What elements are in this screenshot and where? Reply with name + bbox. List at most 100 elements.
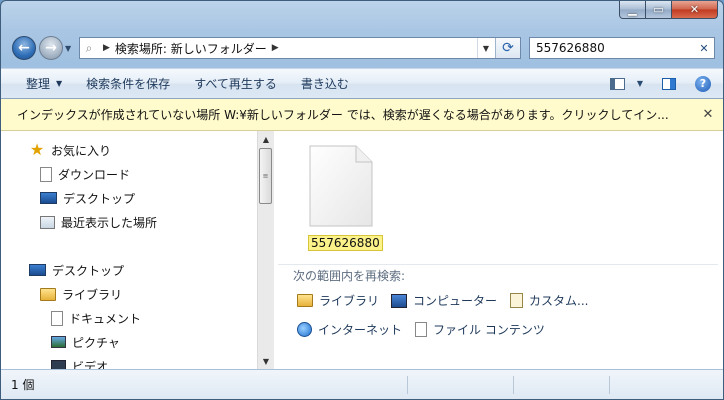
breadcrumb-separator-icon[interactable]: ▶ — [103, 43, 110, 53]
preview-pane-button[interactable] — [655, 73, 683, 95]
breadcrumb-separator-icon[interactable]: ▶ — [272, 43, 279, 53]
videos-icon — [51, 360, 66, 369]
minimize-button[interactable]: ▁ — [619, 1, 646, 19]
caption-buttons: ▁ ▭ ✕ — [619, 1, 718, 20]
search-again-label: ライブラリ — [319, 294, 380, 308]
nav-item-pictures[interactable]: ピクチャ — [51, 332, 120, 352]
address-bar[interactable]: ⌕ ▶ 検索場所: 新しいフォルダー ▶ ▼ ⟳ — [79, 37, 521, 59]
info-bar-message: インデックスが作成されていない場所 W:¥新しいフォルダー では、検索が遅くなる… — [17, 108, 669, 122]
recent-pages-dropdown[interactable]: ▼ — [65, 44, 71, 53]
item-count: 1 個 — [11, 378, 35, 392]
scroll-thumb[interactable]: ≡ — [259, 148, 272, 204]
custom-folder-icon — [510, 293, 523, 308]
change-view-button[interactable] — [603, 73, 631, 95]
nav-item-desktop-fav[interactable]: デスクトップ — [40, 188, 135, 208]
status-divider — [609, 376, 610, 394]
play-all-label: すべて再生する — [194, 77, 277, 91]
nav-label: 最近表示した場所 — [61, 215, 158, 230]
search-box[interactable]: 557626880 ✕ — [529, 37, 715, 59]
maximize-icon: ▭ — [653, 3, 664, 16]
navigation-pane: ★ お気に入り ダウンロード デスクトップ 最近表示した場所 デスクトップ ライ… — [1, 131, 257, 369]
search-again-file-contents[interactable]: ファイル コンテンツ — [415, 321, 545, 338]
preview-pane-icon — [662, 77, 676, 90]
desktop-icon — [29, 264, 46, 276]
organize-label: 整理 — [26, 77, 51, 91]
computer-icon — [391, 293, 407, 308]
nav-item-recent-places[interactable]: 最近表示した場所 — [40, 212, 157, 232]
file-contents-icon — [415, 322, 427, 337]
search-again-custom[interactable]: カスタム... — [510, 292, 588, 309]
nav-label: ピクチャ — [72, 335, 120, 350]
scroll-up-icon[interactable]: ▲ — [258, 131, 274, 147]
toolbar-right: ▼ ? — [603, 69, 723, 98]
view-icon — [609, 77, 625, 90]
forward-button[interactable]: → — [39, 36, 63, 60]
play-all-button[interactable]: すべて再生する — [182, 73, 289, 95]
arrow-right-icon: → — [45, 40, 57, 56]
help-icon: ? — [695, 75, 711, 92]
download-folder-icon — [40, 166, 52, 182]
arrow-left-icon: ← — [18, 40, 30, 56]
nav-label: ダウンロード — [58, 167, 131, 182]
nav-favorites[interactable]: ★ お気に入り — [29, 140, 111, 160]
clear-search-button[interactable]: ✕ — [694, 42, 714, 55]
library-icon — [297, 294, 313, 307]
nav-label: ドキュメント — [69, 311, 142, 326]
documents-icon — [51, 310, 63, 326]
search-again-label: コンピューター — [413, 294, 498, 308]
organize-button[interactable]: 整理 ▼ — [1, 73, 74, 95]
nav-item-downloads[interactable]: ダウンロード — [40, 164, 130, 184]
divider — [278, 264, 718, 265]
file-list: 557626880 次の範囲内を再検索: ライブラリ コンピューター カスタム.… — [274, 131, 723, 369]
search-again-label: インターネット — [318, 323, 403, 337]
save-search-button[interactable]: 検索条件を保存 — [74, 73, 182, 95]
recent-places-icon — [40, 215, 55, 229]
nav-pane-scrollbar[interactable]: ▲ ≡ ▼ — [257, 131, 274, 369]
address-history-dropdown[interactable]: ▼ — [477, 38, 494, 58]
breadcrumb-search-location[interactable]: 検索場所: 新しいフォルダー — [115, 40, 267, 57]
close-info-bar-icon[interactable]: ✕ — [693, 107, 723, 122]
burn-button[interactable]: 書き込む — [289, 73, 361, 95]
back-button[interactable]: ← — [12, 36, 36, 60]
nav-desktop[interactable]: デスクトップ — [29, 260, 124, 280]
scroll-down-icon[interactable]: ▼ — [258, 353, 274, 369]
nav-label: お気に入り — [51, 143, 112, 158]
status-divider — [407, 376, 408, 394]
file-icon[interactable] — [308, 144, 374, 228]
view-options-dropdown[interactable]: ▼ — [631, 73, 649, 95]
explorer-window: ▁ ▭ ✕ ← → ▼ ⌕ ▶ 検索場所: 新しいフォルダー ▶ ▼ ⟳ 557… — [0, 0, 724, 400]
nav-item-documents[interactable]: ドキュメント — [51, 308, 141, 328]
search-again-label: ファイル コンテンツ — [433, 323, 545, 337]
nav-label: デスクトップ — [63, 191, 136, 206]
save-search-label: 検索条件を保存 — [86, 77, 171, 91]
search-again-libraries[interactable]: ライブラリ — [297, 292, 379, 309]
maximize-button[interactable]: ▭ — [646, 1, 672, 19]
nav-libraries[interactable]: ライブラリ — [40, 284, 122, 304]
desktop-icon — [40, 192, 57, 204]
refresh-icon: ⟳ — [502, 40, 514, 56]
file-name-label[interactable]: 557626880 — [308, 235, 383, 251]
internet-explorer-icon — [297, 322, 312, 337]
search-again-internet[interactable]: インターネット — [297, 321, 402, 338]
help-button[interactable]: ? — [689, 73, 717, 95]
search-again-label: カスタム... — [529, 294, 589, 308]
status-bar: 1 個 — [1, 369, 723, 399]
close-window-button[interactable]: ✕ — [672, 1, 718, 19]
nav-label: ライブラリ — [62, 287, 123, 302]
nav-item-videos[interactable]: ビデオ — [51, 356, 108, 369]
refresh-button[interactable]: ⟳ — [495, 38, 520, 58]
command-bar: 整理 ▼ 検索条件を保存 すべて再生する 書き込む ▼ ? — [1, 68, 723, 99]
search-again-computer[interactable]: コンピューター — [391, 292, 497, 309]
search-location-icon: ⌕ — [85, 40, 93, 55]
burn-label: 書き込む — [300, 77, 349, 91]
nav-label: デスクトップ — [52, 263, 125, 278]
status-divider — [513, 376, 514, 394]
pictures-icon — [51, 336, 66, 348]
nav-label: ビデオ — [72, 359, 109, 370]
minimize-icon: ▁ — [628, 3, 637, 16]
search-input[interactable]: 557626880 — [536, 41, 694, 55]
search-again-heading: 次の範囲内を再検索: — [293, 269, 406, 283]
star-icon: ★ — [29, 140, 45, 159]
chevron-down-icon: ▼ — [56, 79, 63, 88]
info-bar[interactable]: インデックスが作成されていない場所 W:¥新しいフォルダー では、検索が遅くなる… — [1, 99, 723, 131]
